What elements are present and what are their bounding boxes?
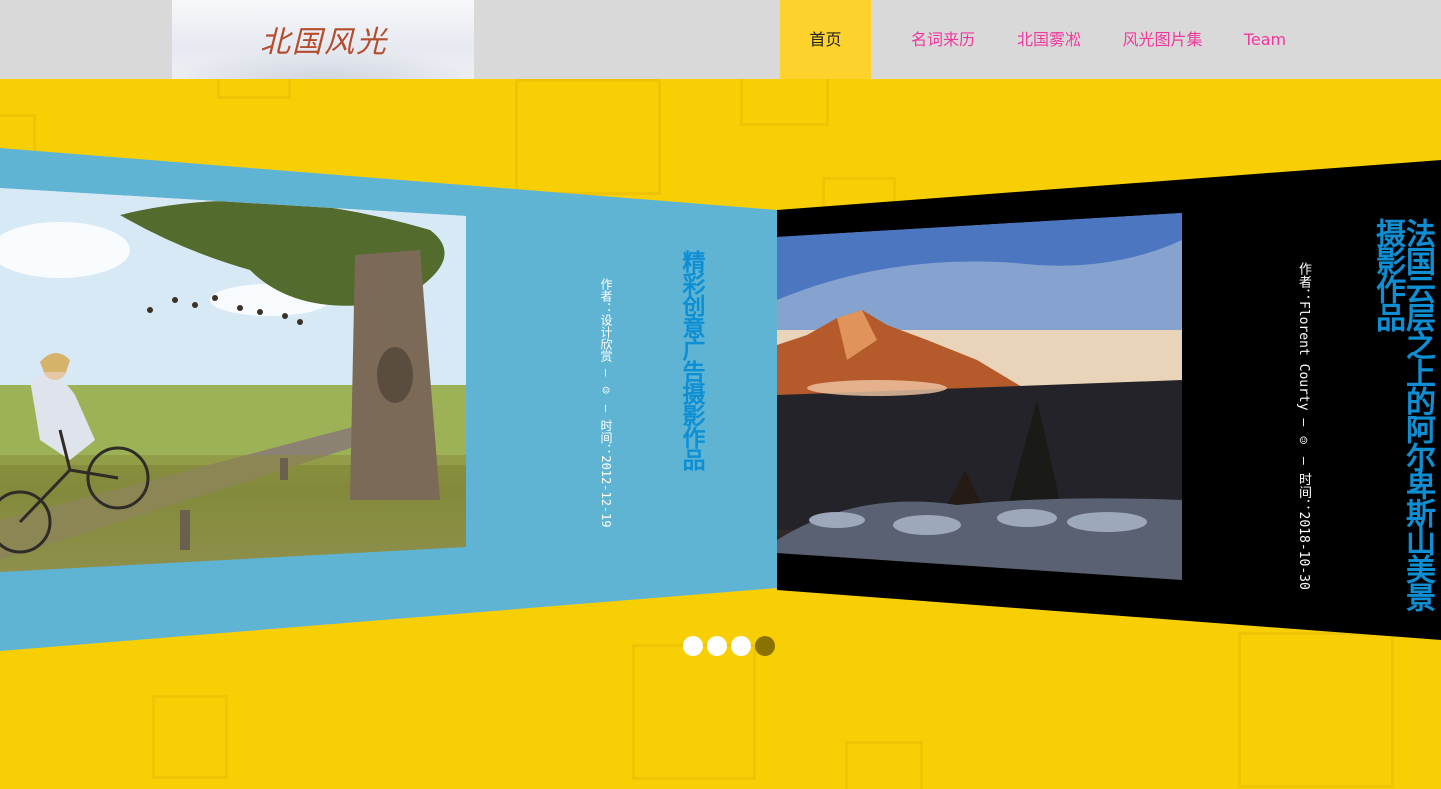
pager-dot-2[interactable] [707, 636, 727, 656]
slide-title-right[interactable]: 法国云层之上的阿尔卑斯山美景摄影作品 [1370, 218, 1435, 618]
decor-square [515, 79, 661, 195]
decor-square [632, 644, 756, 780]
nav-item-term-origin[interactable]: 名词来历 [895, 0, 991, 79]
decor-square [217, 79, 291, 99]
top-navigation-bar: 北国风光 首页 名词来历 北国雾凇 风光图片集 Team [0, 0, 1441, 79]
nav-item-rime[interactable]: 北国雾凇 [1003, 0, 1095, 79]
decor-square [740, 79, 829, 126]
pager-dot-3[interactable] [731, 636, 751, 656]
pager-dot-1[interactable] [683, 636, 703, 656]
pager-dot-4[interactable] [755, 636, 775, 656]
decor-square [152, 695, 228, 779]
nav-item-team[interactable]: Team [1230, 0, 1300, 79]
slide-meta-right: 作者：Florent Courty — ☺ — 时间：2018-10-30 [1296, 262, 1311, 590]
site-logo[interactable]: 北国风光 [172, 0, 474, 79]
slide-meta-left: 作者：设计欣赏 — ☺ — 时间：2012-12-19 [599, 278, 613, 528]
decor-square [845, 741, 923, 789]
decor-square [1238, 632, 1394, 788]
nav-item-gallery[interactable]: 风光图片集 [1107, 0, 1218, 79]
logo-text: 北国风光 [260, 25, 388, 60]
nav-item-home[interactable]: 首页 [780, 0, 871, 79]
slide-title-left[interactable]: 精彩创意广告摄影作品 [674, 250, 708, 470]
